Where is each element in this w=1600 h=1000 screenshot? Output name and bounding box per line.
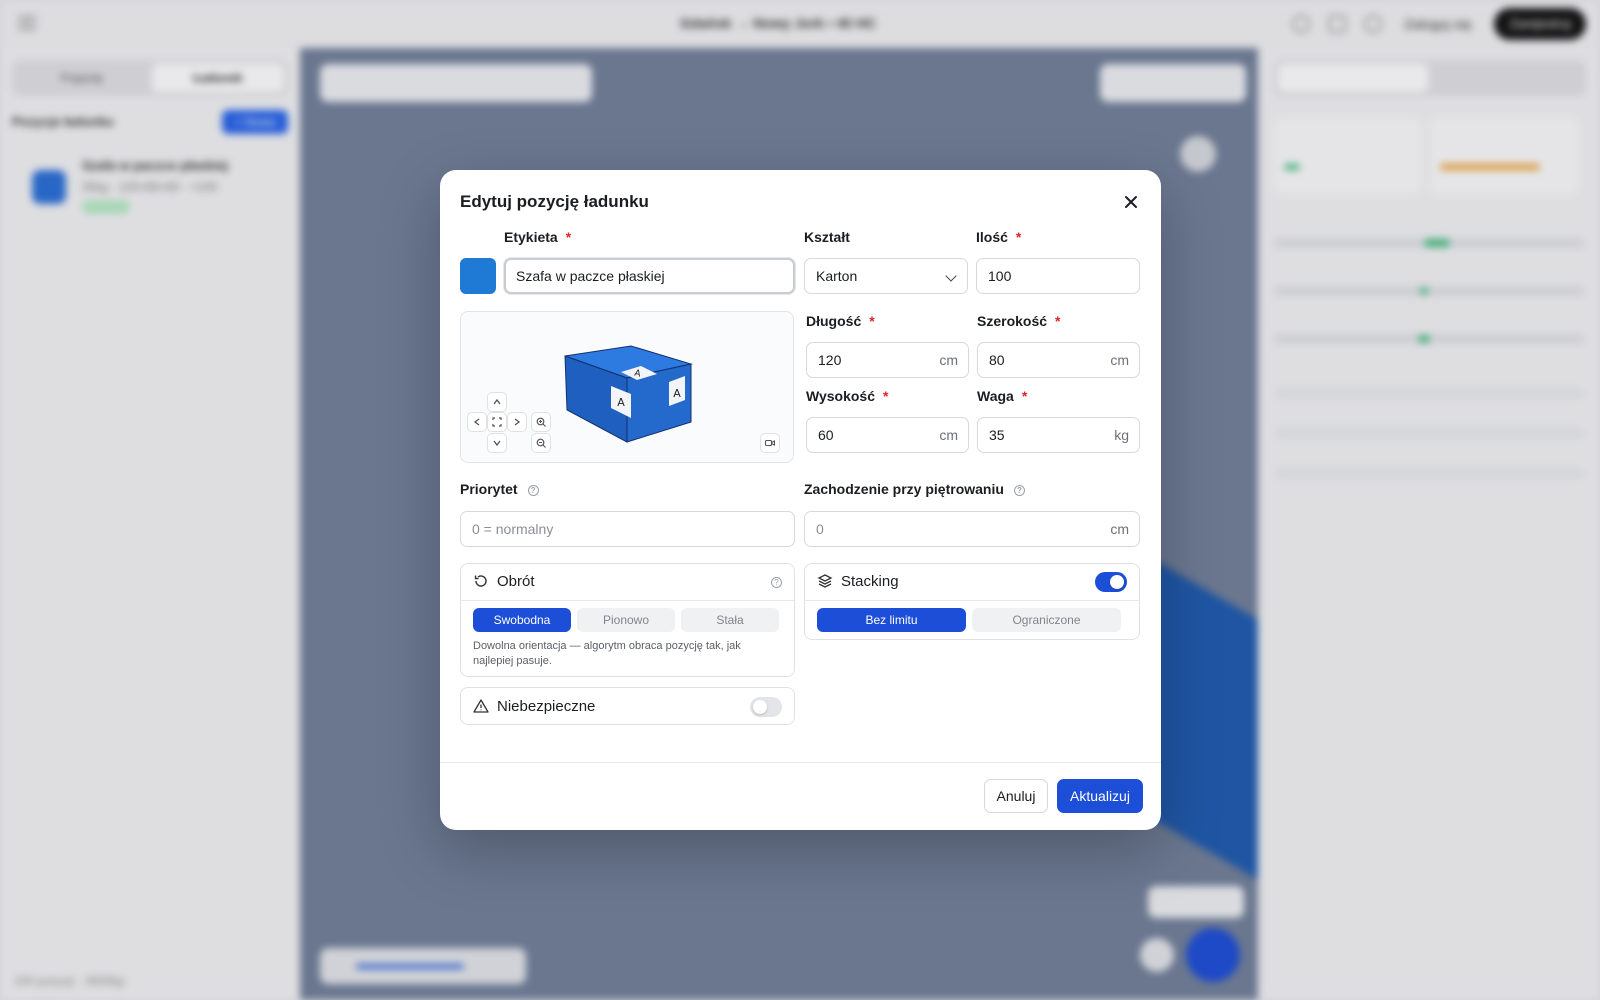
warning-icon [473, 698, 489, 718]
priority-field-title: Priorytet? [460, 481, 539, 497]
footer-divider [440, 762, 1161, 763]
shape-field-title: Kształt [804, 229, 850, 245]
close-icon[interactable] [1121, 192, 1141, 212]
quantity-field-title: Ilość * [976, 229, 1022, 245]
fit-view-icon[interactable] [487, 412, 507, 432]
help-icon[interactable]: ? [771, 577, 782, 588]
priority-input[interactable]: 0 = normalny [460, 511, 795, 547]
length-input[interactable]: 120 cm [806, 342, 969, 378]
rotation-option-free[interactable]: Swobodna [473, 608, 571, 632]
rotation-heading: Obrót [473, 573, 535, 593]
stacking-toggle[interactable] [1095, 572, 1127, 592]
color-swatch[interactable] [460, 258, 496, 294]
shape-select[interactable]: Karton [804, 258, 968, 294]
weight-input[interactable]: 35 kg [977, 417, 1140, 453]
camera-icon[interactable] [760, 433, 780, 453]
zoom-out-icon[interactable] [531, 433, 551, 453]
length-field-title: Długość * [806, 313, 875, 329]
rotation-description: Dowolna orientacja — algorytm obraca poz… [473, 640, 741, 667]
weight-field-title: Waga * [977, 388, 1028, 404]
hazardous-heading: Niebezpieczne [473, 698, 595, 718]
rotate-right-button[interactable] [507, 412, 527, 432]
layers-icon [817, 573, 833, 593]
cancel-button[interactable]: Anuluj [984, 779, 1048, 813]
overhang-field-title: Zachodzenie przy piętrowaniu? [804, 481, 1025, 497]
svg-text:A: A [673, 387, 681, 400]
stacking-group: Stacking Bez limitu Ograniczone [804, 563, 1140, 640]
update-button[interactable]: Aktualizuj [1057, 779, 1143, 813]
hazardous-toggle[interactable] [750, 697, 782, 717]
rotation-group: Obrót ? Swobodna Pionowo Stała Dowolna o… [460, 563, 795, 677]
help-icon[interactable]: ? [1013, 485, 1025, 496]
rotate-left-button[interactable] [467, 412, 487, 432]
box-3d-render: A A A [564, 345, 693, 443]
width-input[interactable]: 80 cm [977, 342, 1140, 378]
edit-cargo-dialog: Edytuj pozycję ładunku Etykieta * Szafa w… [440, 170, 1161, 830]
rotation-option-vertical[interactable]: Pionowo [577, 608, 675, 632]
rotate-down-button[interactable] [487, 433, 507, 453]
box-preview[interactable]: A A A [460, 311, 794, 463]
stacking-option-unlimited[interactable]: Bez limitu [817, 608, 966, 632]
width-field-title: Szerokość * [977, 313, 1061, 329]
overhang-input[interactable]: 0 cm [804, 511, 1140, 547]
rotation-option-fixed[interactable]: Stała [681, 608, 779, 632]
help-icon[interactable]: ? [527, 485, 539, 496]
chevron-down-icon [945, 270, 957, 282]
rotate-icon [473, 573, 489, 593]
dialog-title: Edytuj pozycję ładunku [460, 192, 649, 211]
stacking-option-limited[interactable]: Ograniczone [972, 608, 1121, 632]
label-input[interactable]: Szafa w paczce płaskiej [504, 258, 795, 294]
zoom-in-icon[interactable] [531, 412, 551, 432]
stacking-heading: Stacking [817, 573, 899, 593]
rotate-up-button[interactable] [487, 392, 507, 412]
label-field-title: Etykieta * [504, 229, 572, 245]
svg-text:A: A [617, 396, 625, 409]
height-input[interactable]: 60 cm [806, 417, 969, 453]
quantity-input[interactable]: 100 [976, 258, 1140, 294]
hazardous-row: Niebezpieczne [460, 687, 795, 725]
height-field-title: Wysokość * [806, 388, 889, 404]
